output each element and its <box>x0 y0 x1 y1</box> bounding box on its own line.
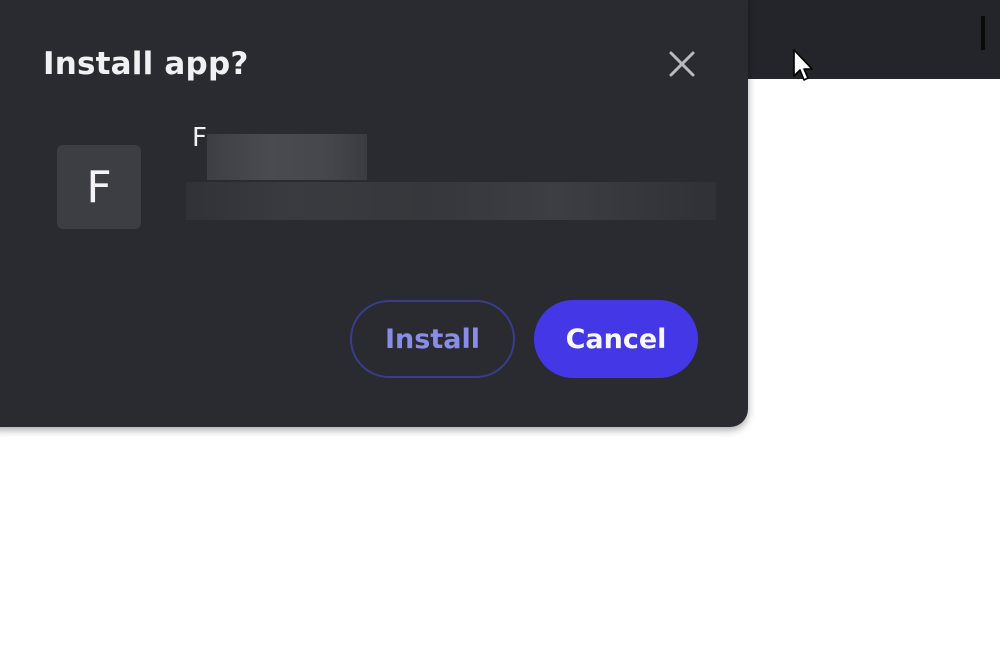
cancel-button[interactable]: Cancel <box>534 300 698 378</box>
arrow-cursor-icon <box>792 48 816 84</box>
redacted-app-name <box>207 134 367 180</box>
text-caret <box>981 16 985 50</box>
dialog-title: Install app? <box>43 46 249 82</box>
close-button[interactable] <box>665 47 699 81</box>
close-icon <box>669 51 695 77</box>
app-name: F <box>192 123 207 153</box>
app-icon: F <box>57 145 141 229</box>
redacted-app-url <box>186 182 716 220</box>
install-app-dialog: Install app? F F Install Cancel <box>0 0 748 427</box>
install-button[interactable]: Install <box>350 300 515 378</box>
